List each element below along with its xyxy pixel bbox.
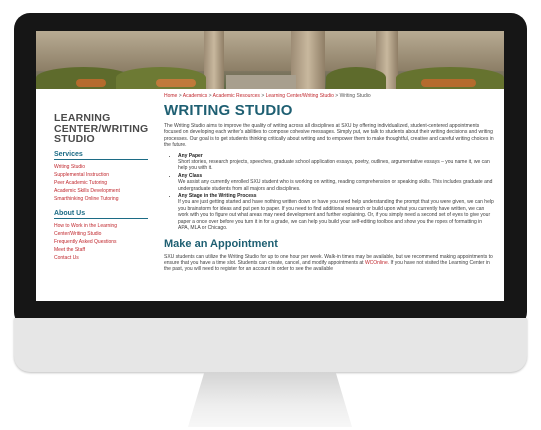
site-title: LEARNING CENTER/WRITING STUDIO [54,112,149,145]
page-title: WRITING STUDIO [164,102,293,119]
wconline-link[interactable]: WCOnline. [365,260,389,266]
sidebar-link-meet-staff[interactable]: Meet the Staff [54,246,148,254]
monitor-chin [14,318,527,372]
sidebar-link-peer-tutoring[interactable]: Peer Academic Tutoring [54,179,148,187]
sidebar-link-academic-skills[interactable]: Academic Skills Development [54,187,148,195]
breadcrumb-current: Writing Studio [339,93,371,99]
sidebar: LEARNING CENTER/WRITING STUDIO Services … [54,113,148,263]
breadcrumb-academic-resources[interactable]: Academic Resources [213,93,260,99]
sidebar-link-how-to-work[interactable]: How to Work in the Learning Center/Writi… [54,222,148,238]
sidebar-link-writing-studio[interactable]: Writing Studio [54,163,148,171]
breadcrumb-learning-center[interactable]: Learning Center/Writing Studio [266,93,334,99]
campus-banner-image [36,31,504,89]
list-item: Any Stage in the Writing Process If you … [178,193,494,231]
breadcrumb-academics[interactable]: Academics [183,93,207,99]
service-list: Any Paper Short stories, research projec… [164,153,494,232]
breadcrumb: Home > Academics > Academic Resources > … [164,93,371,99]
list-item-text: If you are just getting started and have… [178,199,494,232]
breadcrumb-home[interactable]: Home [164,93,177,99]
list-item: Any Paper Short stories, research projec… [178,153,494,172]
appointment-heading: Make an Appointment [164,237,278,250]
list-item-text: We assist any currently enrolled SXU stu… [178,179,493,192]
list-item-text: Short stories, research projects, speech… [178,159,490,172]
sidebar-link-supplemental-instruction[interactable]: Supplemental Instruction [54,171,148,179]
monitor-stand [188,372,352,427]
about-heading: About Us [54,210,148,219]
list-item: Any Class We assist any currently enroll… [178,173,494,192]
intro-paragraph: The Writing Studio aims to improve the q… [164,123,494,149]
appointment-paragraph: SXU students can utilize the Writing Stu… [164,254,494,273]
sidebar-link-smarthinking[interactable]: Smarthinking Online Tutoring [54,195,148,203]
sidebar-link-faq[interactable]: Frequently Asked Questions [54,238,148,246]
browser-viewport[interactable]: LEARNING CENTER/WRITING STUDIO Services … [36,31,504,301]
main-content: Home > Academics > Academic Resources > … [164,93,494,273]
sidebar-link-contact[interactable]: Contact Us [54,254,148,262]
services-heading: Services [54,151,148,160]
